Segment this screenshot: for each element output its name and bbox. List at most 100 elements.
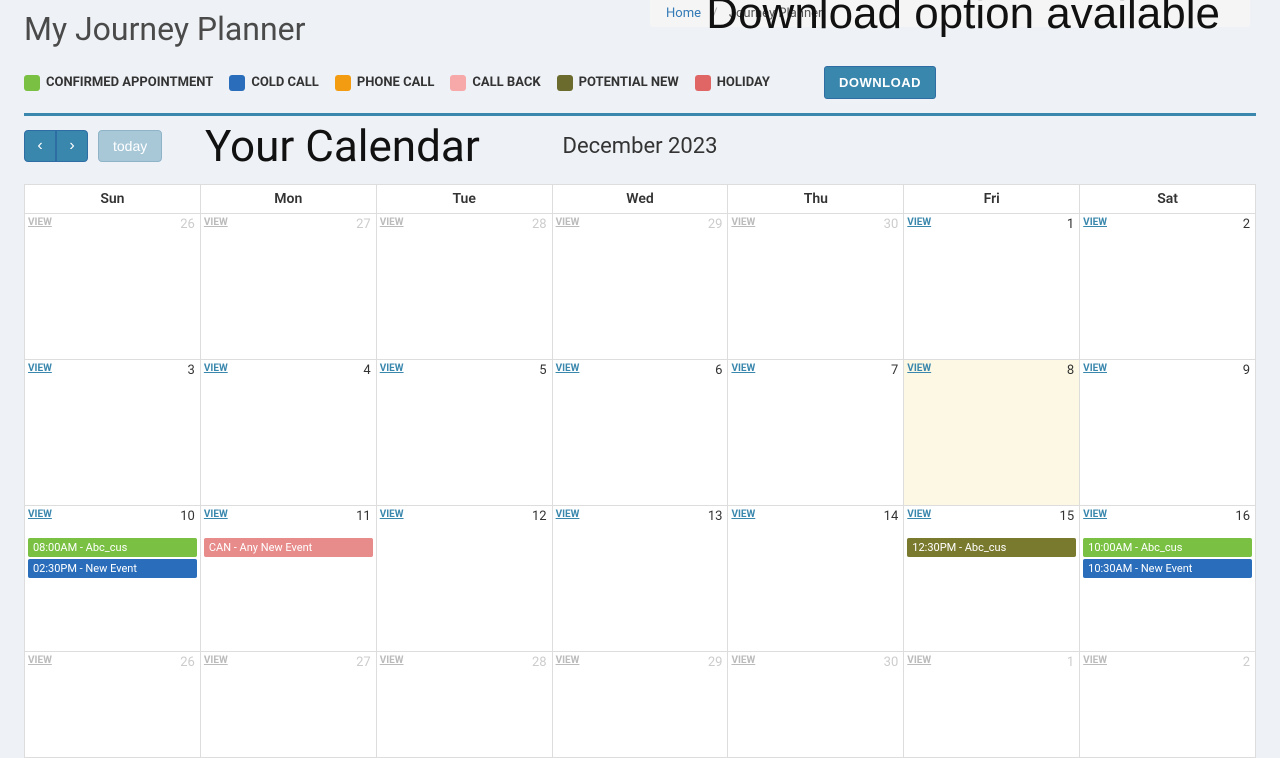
calendar-cell[interactable]: VIEW 9 [1080,360,1256,506]
calendar-cell[interactable]: VIEW 6 [553,360,729,506]
view-link[interactable]: VIEW [28,217,52,228]
calendar-event[interactable]: 12:30PM - Abc_cus [907,538,1076,557]
calendar-cell[interactable]: VIEW1512:30PM - Abc_cus [904,506,1080,652]
breadcrumb: Home / Journey Planner [650,0,1250,27]
calendar-cell[interactable]: VIEW 29 [553,652,729,758]
legend-item: COLD CALL [229,75,319,91]
calendar-cell[interactable]: VIEW4 [201,360,377,506]
day-number: 29 [708,217,723,232]
calendar-cell[interactable]: VIEW 27 [201,652,377,758]
view-link[interactable]: VIEW [907,509,931,520]
day-header: Fri [904,185,1080,214]
calendar-toolbar: ‹ › today December 2023 [24,116,1256,166]
chevron-right-icon: › [69,137,74,155]
day-number: 2 [1243,217,1250,232]
legend-item: CALL BACK [450,75,540,91]
calendar-row: VIEW1008:00AM - Abc_cus02:30PM - New Eve… [25,506,1256,652]
calendar-cell[interactable]: VIEW30 [728,652,904,758]
breadcrumb-home[interactable]: Home [666,6,701,21]
calendar-cell[interactable]: VIEW28 [377,214,553,360]
view-link[interactable]: VIEW [380,217,404,228]
calendar-cell[interactable]: VIEW 8 [904,360,1080,506]
day-number: 6 [715,363,722,378]
view-link[interactable]: VIEW [731,217,755,228]
calendar-cell[interactable]: VIEW 7 [728,360,904,506]
view-link[interactable]: VIEW [556,509,580,520]
calendar-cell[interactable]: VIEW1008:00AM - Abc_cus02:30PM - New Eve… [25,506,201,652]
calendar-cell[interactable]: VIEW3 [25,360,201,506]
prev-button[interactable]: ‹ [24,130,56,162]
calendar-cell[interactable]: VIEW12 [377,506,553,652]
view-link[interactable]: VIEW [204,655,228,666]
calendar-cell[interactable]: VIEW30 [728,214,904,360]
view-link[interactable]: VIEW [731,509,755,520]
calendar-cell[interactable]: VIEW14 [728,506,904,652]
calendar-cell[interactable]: VIEW 26 [25,214,201,360]
next-button[interactable]: › [56,130,88,162]
breadcrumb-sep: / [712,6,717,21]
view-link[interactable]: VIEW [204,363,228,374]
day-number: 9 [1243,363,1250,378]
view-link[interactable]: VIEW [907,363,931,374]
calendar-cell[interactable]: VIEW5 [377,360,553,506]
view-link[interactable]: VIEW [556,217,580,228]
calendar-event[interactable]: 10:30AM - New Event [1083,559,1252,578]
day-number: 7 [891,363,898,378]
legend-row: CONFIRMED APPOINTMENTCOLD CALLPHONE CALL… [24,66,1256,113]
calendar-cell[interactable]: VIEW1 [904,214,1080,360]
day-number: 8 [1067,363,1074,378]
day-number: 29 [708,655,723,670]
view-link[interactable]: VIEW [731,363,755,374]
view-link[interactable]: VIEW [380,509,404,520]
download-button[interactable]: DOWNLOAD [824,66,936,99]
view-link[interactable]: VIEW [556,655,580,666]
day-header: Sun [25,185,201,214]
calendar-cell[interactable]: VIEW 29 [553,214,729,360]
view-link[interactable]: VIEW [1083,509,1107,520]
view-link[interactable]: VIEW [907,217,931,228]
view-link[interactable]: VIEW [204,509,228,520]
today-button[interactable]: today [98,130,162,162]
day-number: 27 [356,655,371,670]
day-number: 26 [180,217,195,232]
calendar-event[interactable]: 02:30PM - New Event [28,559,197,578]
view-link[interactable]: VIEW [1083,217,1107,228]
calendar-cell[interactable]: VIEW26 [25,652,201,758]
view-link[interactable]: VIEW [28,363,52,374]
calendar-cell[interactable]: VIEW28 [377,652,553,758]
view-link[interactable]: VIEW [204,217,228,228]
calendar-event[interactable]: 08:00AM - Abc_cus [28,538,197,557]
calendar-event[interactable]: 10:00AM - Abc_cus [1083,538,1252,557]
legend-swatch [24,75,40,91]
view-link[interactable]: VIEW [1083,655,1107,666]
view-link[interactable]: VIEW [380,655,404,666]
calendar-row: VIEW26VIEW27VIEW28VIEW29VIEW30VIEW1VIEW2 [25,652,1256,758]
month-label: December 2023 [563,134,718,159]
legend-swatch [450,75,466,91]
calendar-cell[interactable]: VIEW 2 [1080,214,1256,360]
legend-swatch [335,75,351,91]
legend-swatch [229,75,245,91]
day-header: Sat [1080,185,1256,214]
breadcrumb-current: Journey Planner [729,6,823,21]
calendar: SunMonTueWedThuFriSat VIEW26VIEW27VIEW28… [24,184,1256,758]
calendar-cell[interactable]: VIEW11CAN - Any New Event [201,506,377,652]
day-header: Thu [728,185,904,214]
calendar-cell[interactable]: VIEW13 [553,506,729,652]
calendar-row: VIEW3VIEW4VIEW5VIEW6VIEW7VIEW8VIEW9 [25,360,1256,506]
view-link[interactable]: VIEW [28,509,52,520]
view-link[interactable]: VIEW [556,363,580,374]
view-link[interactable]: VIEW [380,363,404,374]
calendar-cell[interactable]: VIEW1610:00AM - Abc_cus10:30AM - New Eve… [1080,506,1256,652]
view-link[interactable]: VIEW [1083,363,1107,374]
calendar-cell[interactable]: VIEW1 [904,652,1080,758]
view-link[interactable]: VIEW [907,655,931,666]
calendar-cell[interactable]: VIEW27 [201,214,377,360]
view-link[interactable]: VIEW [28,655,52,666]
calendar-event[interactable]: CAN - Any New Event [204,538,373,557]
calendar-cell[interactable]: VIEW2 [1080,652,1256,758]
legend-item: HOLIDAY [695,75,770,91]
view-link[interactable]: VIEW [731,655,755,666]
legend-label: PHONE CALL [357,75,435,90]
legend-swatch [695,75,711,91]
